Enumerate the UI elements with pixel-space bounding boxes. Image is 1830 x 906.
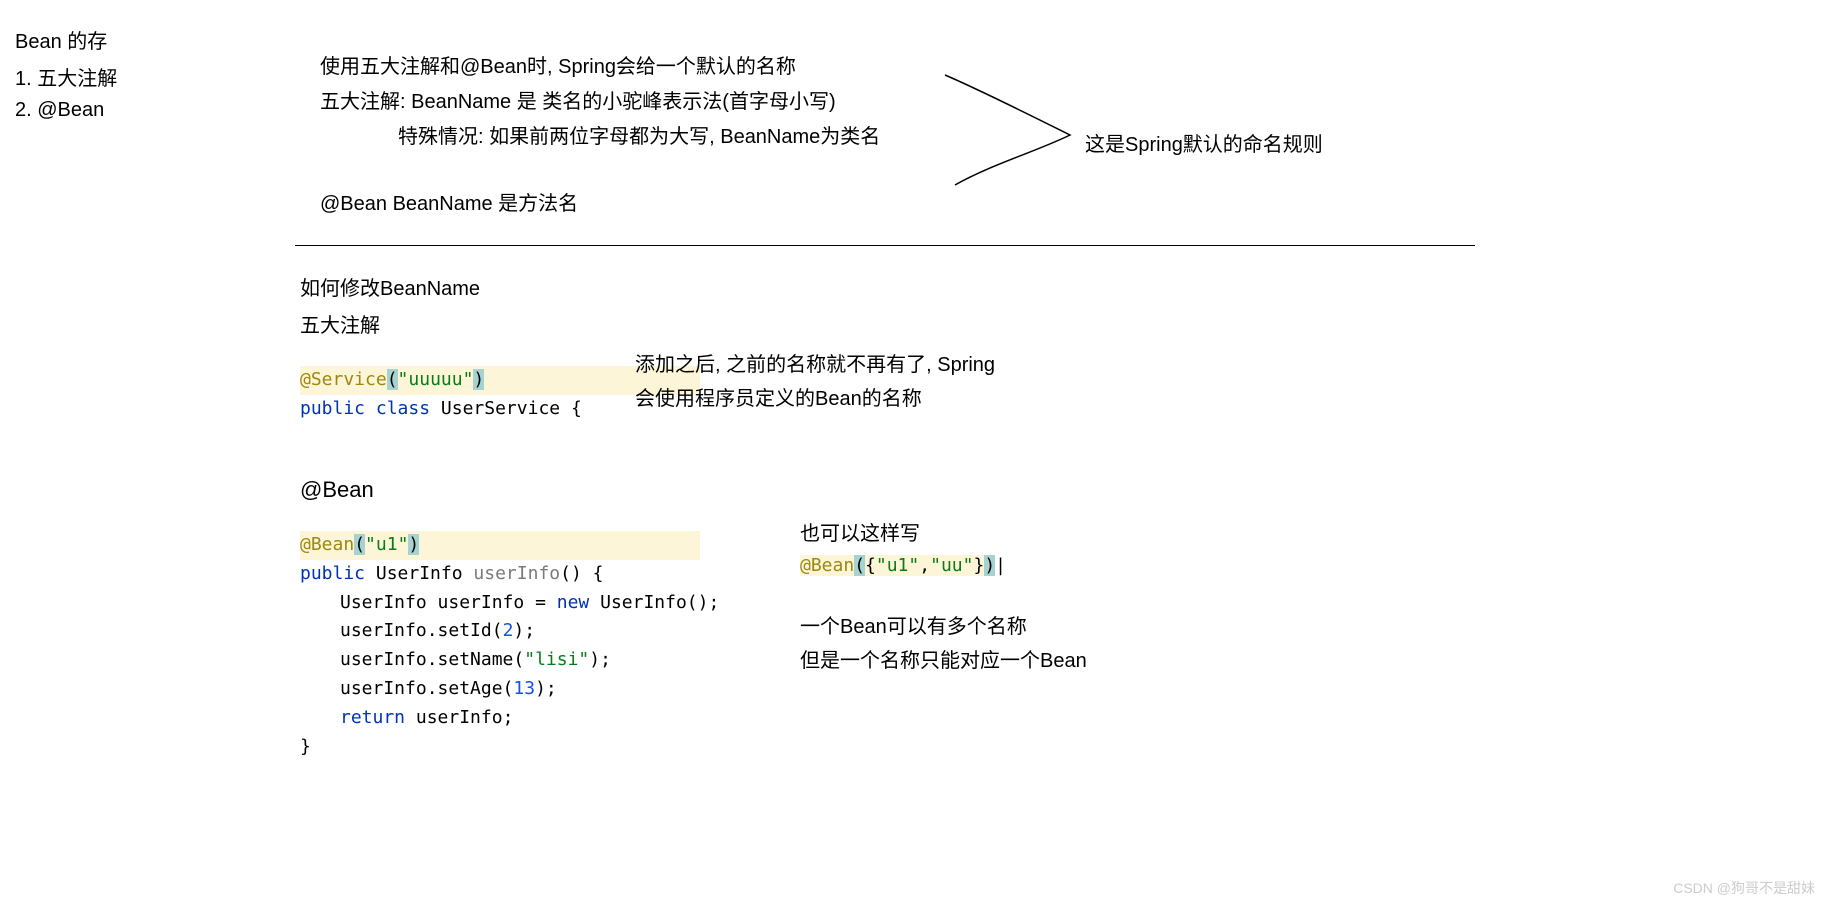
- class-name-userservice: UserService {: [441, 398, 582, 419]
- side-text-line1: 添加之后, 之前的名称就不再有了, Spring: [635, 348, 995, 382]
- kw-public: public: [300, 398, 365, 419]
- str-quote: ": [398, 534, 409, 555]
- watermark: CSDN @狗哥不是甜妹: [1673, 878, 1815, 898]
- s1-u1: u1: [887, 555, 909, 576]
- desc-line-3: 特殊情况: 如果前两位字母都为大写, BeanName为类名: [398, 120, 880, 149]
- setage-a: userInfo.setAge(: [340, 678, 513, 699]
- kw-return: return: [340, 707, 405, 728]
- paren-close: ): [408, 534, 419, 555]
- brace-close: }: [973, 555, 984, 576]
- paren-open: (: [387, 369, 398, 390]
- desc-line-1: 使用五大注解和@Bean时, Spring会给一个默认的名称: [320, 50, 880, 79]
- side-text-service: 添加之后, 之前的名称就不再有了, Spring 会使用程序员定义的Bean的名…: [635, 348, 995, 416]
- paren-open: (: [354, 534, 365, 555]
- paren-close: ): [984, 555, 995, 576]
- code-bean-method: @Bean("u1") public UserInfo userInfo() {…: [300, 531, 719, 761]
- ret-type: UserInfo: [376, 563, 463, 584]
- kw-new: new: [557, 592, 590, 613]
- brace-open: {: [865, 555, 876, 576]
- side-text-line2: 会使用程序员定义的Bean的名称: [635, 382, 995, 416]
- section2-title-2: 五大注解: [300, 309, 700, 338]
- main-description: 使用五大注解和@Bean时, Spring会给一个默认的名称 五大注解: Bea…: [320, 50, 880, 222]
- note-line-1: 一个Bean可以有多个名称: [800, 610, 1087, 644]
- paren-close: ): [473, 369, 484, 390]
- num-2: 2: [503, 620, 514, 641]
- outline-left: Bean 的存 1. 五大注解 2. @Bean: [15, 25, 117, 130]
- line-new-a: UserInfo userInfo =: [340, 592, 557, 613]
- setname-a: userInfo.setName(: [340, 649, 524, 670]
- return-body: userInfo;: [405, 707, 513, 728]
- at-bean: @Bean: [300, 534, 354, 555]
- method-name: userInfo: [473, 563, 560, 584]
- code-bean-array: @Bean({"u1","uu"})|: [800, 552, 1006, 581]
- q: ": [930, 555, 941, 576]
- cursor: |: [995, 555, 1006, 576]
- setid-a: userInfo.setId(: [340, 620, 503, 641]
- divider-line: [295, 245, 1475, 246]
- paren-open: (: [854, 555, 865, 576]
- note-line-2: 但是一个名称只能对应一个Bean: [800, 644, 1087, 678]
- outline-item-2: 2. @Bean: [15, 99, 117, 122]
- desc-line-2: 五大注解: BeanName 是 类名的小驼峰表示法(首字母小写): [320, 85, 880, 114]
- notes-multi-names: 一个Bean可以有多个名称 但是一个名称只能对应一个Bean: [800, 610, 1087, 678]
- q: ": [908, 555, 919, 576]
- kw-class: class: [376, 398, 430, 419]
- close-brace: }: [300, 733, 719, 762]
- outline-item-1: 1. 五大注解: [15, 62, 117, 91]
- kw-public: public: [300, 563, 365, 584]
- s2-uu: uu: [941, 555, 963, 576]
- at-service: @Service: [300, 369, 387, 390]
- at-bean-arr: @Bean: [800, 555, 854, 576]
- annotation-text: 这是Spring默认的命名规则: [1085, 128, 1323, 157]
- section3-title: @Bean: [300, 477, 719, 503]
- setname-b: );: [589, 649, 611, 670]
- str-lisi: "lisi": [524, 649, 589, 670]
- str-quote: ": [398, 369, 409, 390]
- outline-title: Bean 的存: [15, 25, 117, 54]
- section2-title-1: 如何修改BeanName: [300, 272, 700, 301]
- alt-label: 也可以这样写: [800, 517, 1006, 546]
- section-bean: @Bean @Bean("u1") public UserInfo userIn…: [300, 477, 719, 761]
- str-u1: u1: [376, 534, 398, 555]
- num-13: 13: [513, 678, 535, 699]
- q: ": [876, 555, 887, 576]
- arrow-bracket-icon: [940, 70, 1100, 200]
- q: ": [963, 555, 974, 576]
- str-quote: ": [365, 534, 376, 555]
- str-body-uuuuu: uuuuu: [408, 369, 462, 390]
- setid-b: );: [513, 620, 535, 641]
- alt-write: 也可以这样写 @Bean({"u1","uu"})|: [800, 517, 1006, 581]
- sig-end: () {: [560, 563, 603, 584]
- line-new-b: UserInfo();: [589, 592, 719, 613]
- str-quote: ": [463, 369, 474, 390]
- comma: ,: [919, 555, 930, 576]
- setage-b: );: [535, 678, 557, 699]
- desc-line-4: @Bean BeanName 是方法名: [320, 187, 880, 216]
